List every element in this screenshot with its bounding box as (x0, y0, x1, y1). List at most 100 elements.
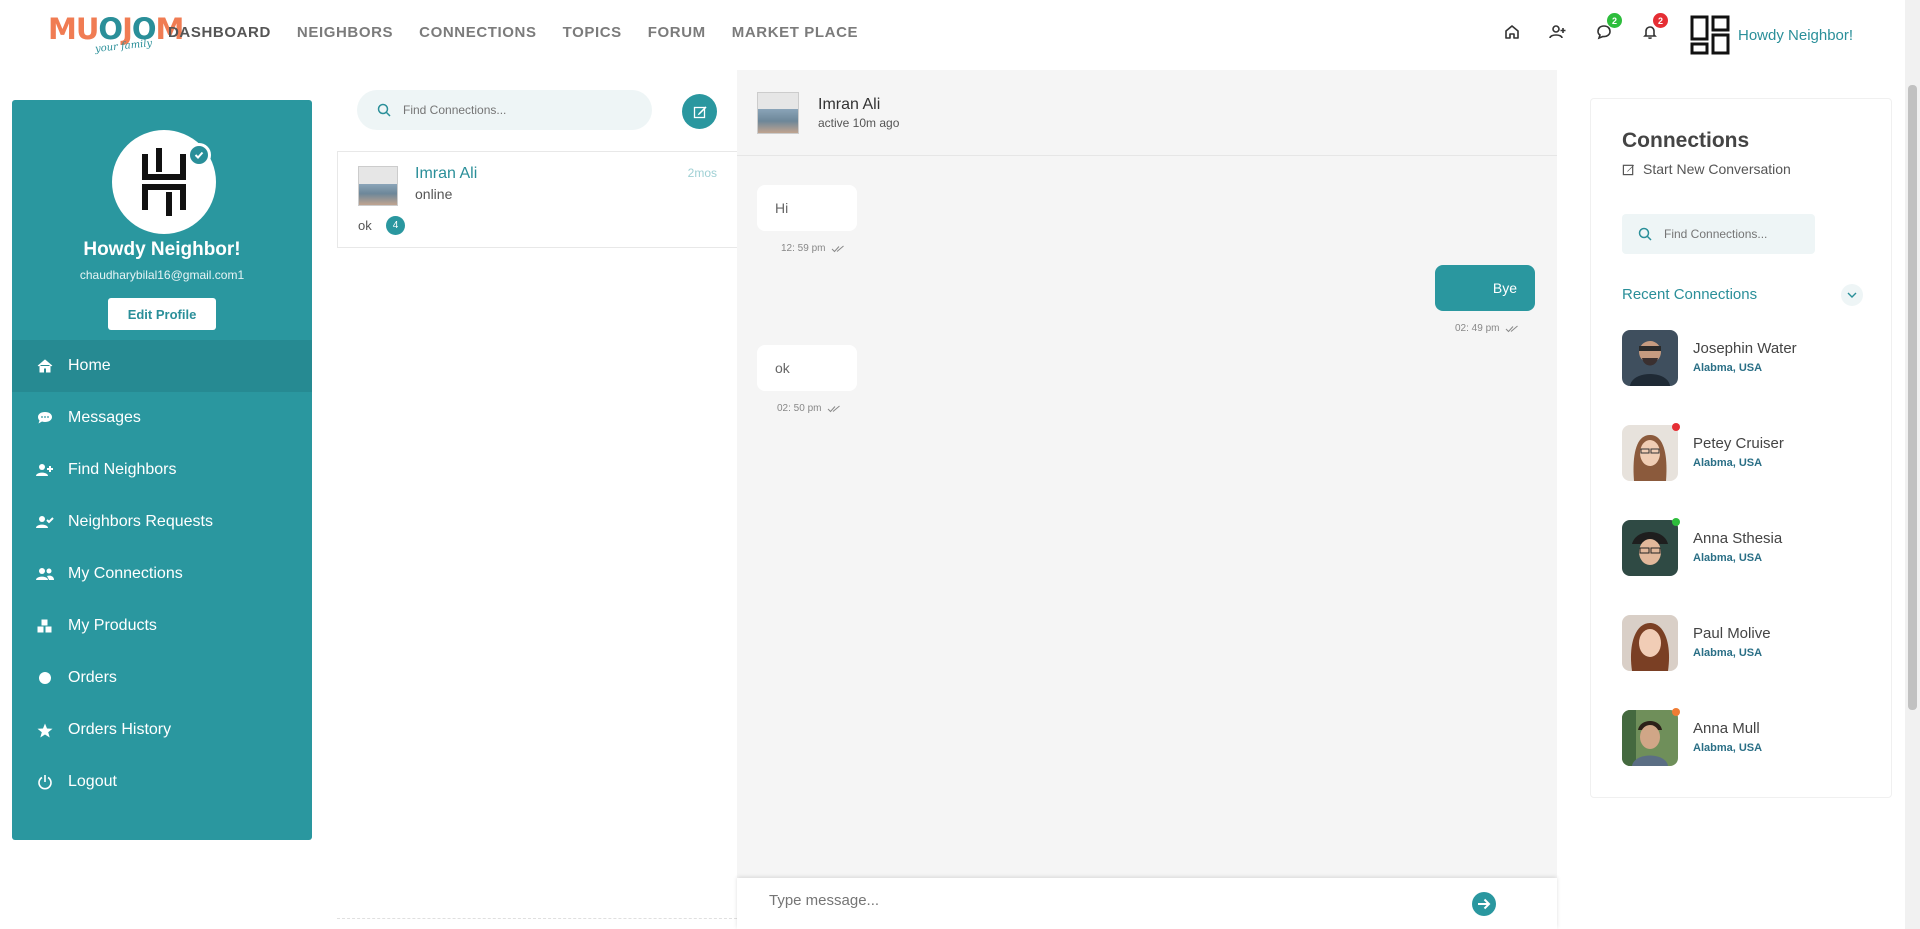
connection-name: Anna Sthesia (1693, 530, 1783, 547)
profile-avatar[interactable] (112, 130, 216, 234)
status-dot-busy (1672, 423, 1680, 431)
arrow-right-icon (1478, 898, 1491, 910)
message-timestamp: 02: 50 pm (777, 403, 841, 414)
search-icon (377, 103, 391, 117)
sidebar-item-label: Logout (68, 773, 117, 790)
connection-item[interactable]: Petey Cruiser Alabma, USA (1622, 423, 1872, 481)
connections-title: Connections (1622, 129, 1750, 152)
sidebar-item-orders[interactable]: Orders (12, 652, 312, 704)
nav-market-place[interactable]: MARKET PLACE (732, 24, 858, 41)
message-timestamp: 12: 59 pm (781, 243, 845, 254)
message-text: Bye (1492, 280, 1517, 296)
conversation-status: online (415, 186, 453, 202)
sidebar-item-neighbors-requests[interactable]: Neighbors Requests (12, 496, 312, 548)
connection-avatar (1622, 520, 1678, 576)
nav-neighbors[interactable]: NEIGHBORS (297, 24, 393, 41)
user-check-icon (36, 515, 54, 529)
bell-icon[interactable]: 2 (1638, 13, 1668, 44)
chat-header: Imran Ali active 10m ago (737, 70, 1557, 156)
user-avatar-icon (1690, 15, 1730, 55)
new-message-button[interactable] (682, 94, 717, 129)
sidebar-item-my-products[interactable]: My Products (12, 600, 312, 652)
connection-location: Alabma, USA (1693, 647, 1763, 659)
conversation-search[interactable] (357, 90, 652, 130)
sidebar-item-home[interactable]: Home (12, 340, 312, 392)
send-button[interactable] (1472, 892, 1496, 916)
nav-dashboard[interactable]: DASHBOARD (168, 24, 271, 41)
home-icon (36, 359, 54, 373)
sidebar-item-label: Find Neighbors (68, 461, 177, 478)
edit-profile-button[interactable]: Edit Profile (108, 298, 216, 330)
edit-icon (693, 105, 707, 118)
sidebar-item-label: Orders History (68, 721, 172, 738)
connection-item[interactable]: Anna Mull Alabma, USA (1622, 708, 1872, 766)
nav-forum[interactable]: FORUM (648, 24, 706, 41)
chat-bubble-icon (36, 411, 54, 425)
connection-avatar (1622, 330, 1678, 386)
connection-name: Josephin Water (1693, 340, 1797, 357)
message-bubble-incoming[interactable]: Hi (757, 185, 857, 231)
users-icon (36, 567, 54, 581)
message-bubble-incoming[interactable]: ok (757, 345, 857, 391)
message-bubble-outgoing[interactable]: Bye (1435, 265, 1535, 311)
sidebar-item-label: Orders (68, 669, 117, 686)
user-greeting: Howdy Neighbor! (1738, 26, 1854, 44)
message-input[interactable] (769, 892, 1449, 909)
sidebar-item-logout[interactable]: Logout (12, 756, 312, 808)
unread-count-badge: 4 (386, 216, 405, 235)
connection-name: Petey Cruiser (1693, 435, 1784, 452)
conversation-list-panel: Imran Ali online 2mos ok 4 (337, 70, 737, 920)
sidebar-item-messages[interactable]: Messages (12, 392, 312, 444)
sidebar-item-label: Neighbors Requests (68, 513, 213, 530)
message-text: ok (775, 360, 790, 376)
profile-sidebar: Howdy Neighbor! chaudharybilal16@gmail.c… (12, 100, 312, 840)
chat-contact-avatar[interactable] (757, 92, 799, 134)
recent-connections-label: Recent Connections (1622, 286, 1758, 303)
connection-avatar (1622, 615, 1678, 671)
conversation-item[interactable]: Imran Ali online 2mos ok 4 (337, 151, 737, 248)
chevron-down-icon (1847, 292, 1857, 298)
conversation-search-input[interactable] (403, 103, 633, 117)
notifications-badge: 2 (1653, 13, 1668, 28)
chat-panel: Imran Ali active 10m ago Hi 12: 59 pm By… (737, 70, 1557, 929)
user-menu[interactable]: Howdy Neighbor! (1690, 15, 1853, 55)
connection-item[interactable]: Anna Sthesia Alabma, USA (1622, 518, 1872, 576)
conversation-time: 2mos (687, 166, 717, 180)
profile-email: chaudharybilal16@gmail.com1 (79, 268, 245, 282)
connection-item[interactable]: Josephin Water Alabma, USA (1622, 330, 1872, 386)
sidebar-item-label: My Products (68, 617, 157, 634)
page-scrollbar[interactable] (1905, 0, 1920, 929)
message-timestamp: 02: 49 pm (1455, 323, 1519, 334)
scrollbar-thumb[interactable] (1908, 85, 1917, 710)
start-new-conversation-link[interactable]: Start New Conversation (1622, 161, 1791, 177)
connection-location: Alabma, USA (1693, 552, 1763, 564)
sidebar-item-my-connections[interactable]: My Connections (12, 548, 312, 600)
user-plus-icon (36, 463, 54, 477)
sidebar-item-find-neighbors[interactable]: Find Neighbors (12, 444, 312, 496)
connection-item[interactable]: Paul Molive Alabma, USA (1622, 615, 1872, 671)
brand-logo[interactable]: MUOJOM your family (48, 12, 184, 56)
connection-location: Alabma, USA (1693, 362, 1763, 374)
conversation-name: Imran Ali (415, 165, 478, 182)
message-composer (737, 878, 1557, 929)
home-icon[interactable] (1500, 20, 1524, 44)
double-check-icon (1506, 325, 1519, 332)
sidebar-item-orders-history[interactable]: Orders History (12, 704, 312, 756)
sidebar-item-label: Home (68, 357, 111, 374)
star-icon (36, 723, 54, 738)
recent-connections-toggle[interactable] (1841, 284, 1863, 306)
messages-icon[interactable]: 2 (1592, 13, 1622, 44)
connection-name: Anna Mull (1693, 720, 1760, 737)
connection-avatar (1622, 710, 1678, 766)
add-friend-icon[interactable] (1546, 20, 1570, 44)
message-text: Hi (775, 200, 789, 216)
nav-topics[interactable]: TOPICS (563, 24, 622, 41)
power-icon (36, 774, 54, 790)
connections-search-input[interactable] (1664, 227, 1804, 241)
boxes-icon (36, 619, 54, 633)
connections-search[interactable] (1622, 214, 1815, 254)
nav-connections[interactable]: CONNECTIONS (419, 24, 536, 41)
list-divider (337, 918, 737, 919)
status-dot-away (1672, 708, 1680, 716)
connections-panel: Connections Start New Conversation Recen… (1590, 98, 1892, 798)
